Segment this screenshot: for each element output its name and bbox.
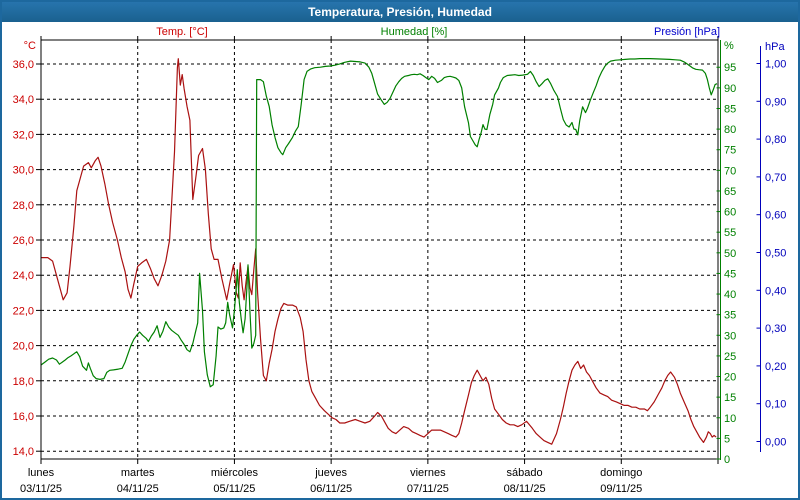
- svg-text:0,20: 0,20: [765, 361, 786, 373]
- svg-text:35: 35: [724, 310, 736, 322]
- svg-text:85: 85: [724, 103, 736, 115]
- page-title: Temperatura, Presión, Humedad: [308, 5, 492, 19]
- svg-text:22,0: 22,0: [13, 305, 34, 317]
- pressure-axis-header: hPa: [765, 41, 785, 53]
- svg-text:5: 5: [724, 433, 730, 445]
- svg-text:40: 40: [724, 289, 736, 301]
- vertical-gridlines: [138, 40, 622, 459]
- svg-text:24,0: 24,0: [13, 270, 34, 282]
- svg-text:75: 75: [724, 145, 736, 157]
- svg-text:20,0: 20,0: [13, 341, 34, 353]
- legend-temperature: Temp. [°C]: [156, 26, 207, 38]
- svg-text:25: 25: [724, 351, 736, 363]
- svg-text:04/11/25: 04/11/25: [117, 483, 159, 495]
- svg-text:07/11/25: 07/11/25: [407, 483, 449, 495]
- svg-text:0,40: 0,40: [765, 285, 786, 297]
- svg-text:0,10: 0,10: [765, 399, 786, 411]
- svg-text:viernes: viernes: [410, 467, 446, 479]
- svg-text:09/11/25: 09/11/25: [600, 483, 642, 495]
- svg-text:65: 65: [724, 186, 736, 198]
- svg-text:0,70: 0,70: [765, 172, 786, 184]
- legend-humidity: Humedad [%]: [381, 26, 448, 38]
- svg-text:70: 70: [724, 165, 736, 177]
- humidity-curve: [41, 59, 717, 387]
- humidity-axis: 95908580757065605550454035302520151050: [717, 40, 737, 466]
- svg-text:0,00: 0,00: [765, 437, 786, 449]
- svg-text:30,0: 30,0: [13, 165, 34, 177]
- svg-text:0: 0: [724, 454, 730, 466]
- svg-text:miércoles: miércoles: [211, 467, 259, 479]
- svg-text:lunes: lunes: [28, 467, 55, 479]
- svg-text:80: 80: [724, 124, 736, 136]
- svg-text:90: 90: [724, 83, 736, 95]
- weather-chart-window: Temperatura, Presión, Humedad Temp. [°C]…: [0, 0, 800, 500]
- svg-text:20: 20: [724, 372, 736, 384]
- svg-text:05/11/25: 05/11/25: [213, 483, 255, 495]
- svg-text:08/11/25: 08/11/25: [504, 483, 546, 495]
- svg-text:55: 55: [724, 227, 736, 239]
- svg-text:95: 95: [724, 62, 736, 74]
- temperature-axis: 36,0 34,0 32,0 30,0 28,0 26,0 24,0 22,0 20,0 18,0…: [13, 59, 41, 458]
- svg-text:26,0: 26,0: [13, 235, 34, 247]
- window-title-bar: Temperatura, Presión, Humedad: [2, 2, 798, 22]
- svg-text:18,0: 18,0: [13, 376, 34, 388]
- svg-text:34,0: 34,0: [13, 94, 34, 106]
- svg-text:28,0: 28,0: [13, 200, 34, 212]
- svg-text:10: 10: [724, 413, 736, 425]
- svg-text:0,30: 0,30: [765, 323, 786, 335]
- svg-text:1,00: 1,00: [765, 59, 786, 71]
- svg-text:14,0: 14,0: [13, 446, 34, 458]
- svg-text:16,0: 16,0: [13, 411, 34, 423]
- svg-text:60: 60: [724, 207, 736, 219]
- svg-text:0,60: 0,60: [765, 210, 786, 222]
- svg-text:0,50: 0,50: [765, 248, 786, 260]
- svg-text:32,0: 32,0: [13, 129, 34, 141]
- svg-text:50: 50: [724, 248, 736, 260]
- pressure-axis: 1,00 0,90 0,80 0,70 0,60 0,50 0,40 0,30 0,20 0,10…: [757, 46, 787, 452]
- temp-axis-header: °C: [14, 40, 36, 52]
- legend-pressure: Presión [hPa]: [654, 26, 720, 38]
- plot-border: [41, 40, 718, 459]
- svg-text:jueves: jueves: [314, 467, 347, 479]
- x-axis: lunes 03/11/25 martes 04/11/25 miércoles 05/1…: [20, 36, 718, 495]
- svg-text:15: 15: [724, 392, 736, 404]
- svg-text:sábado: sábado: [507, 467, 543, 479]
- temperature-curve: [41, 59, 716, 445]
- svg-text:03/11/25: 03/11/25: [20, 483, 62, 495]
- svg-text:domingo: domingo: [600, 467, 642, 479]
- horizontal-gridlines: [41, 64, 718, 451]
- svg-text:45: 45: [724, 268, 736, 280]
- svg-text:36,0: 36,0: [13, 59, 34, 71]
- svg-text:0,80: 0,80: [765, 134, 786, 146]
- humidity-axis-header: %: [724, 40, 734, 52]
- svg-text:martes: martes: [121, 467, 155, 479]
- svg-text:0,90: 0,90: [765, 96, 786, 108]
- chart-canvas: 36,0 34,0 32,0 30,0 28,0 26,0 24,0 22,0 20,0 18,0…: [0, 0, 800, 500]
- svg-text:30: 30: [724, 330, 736, 342]
- svg-text:06/11/25: 06/11/25: [310, 483, 352, 495]
